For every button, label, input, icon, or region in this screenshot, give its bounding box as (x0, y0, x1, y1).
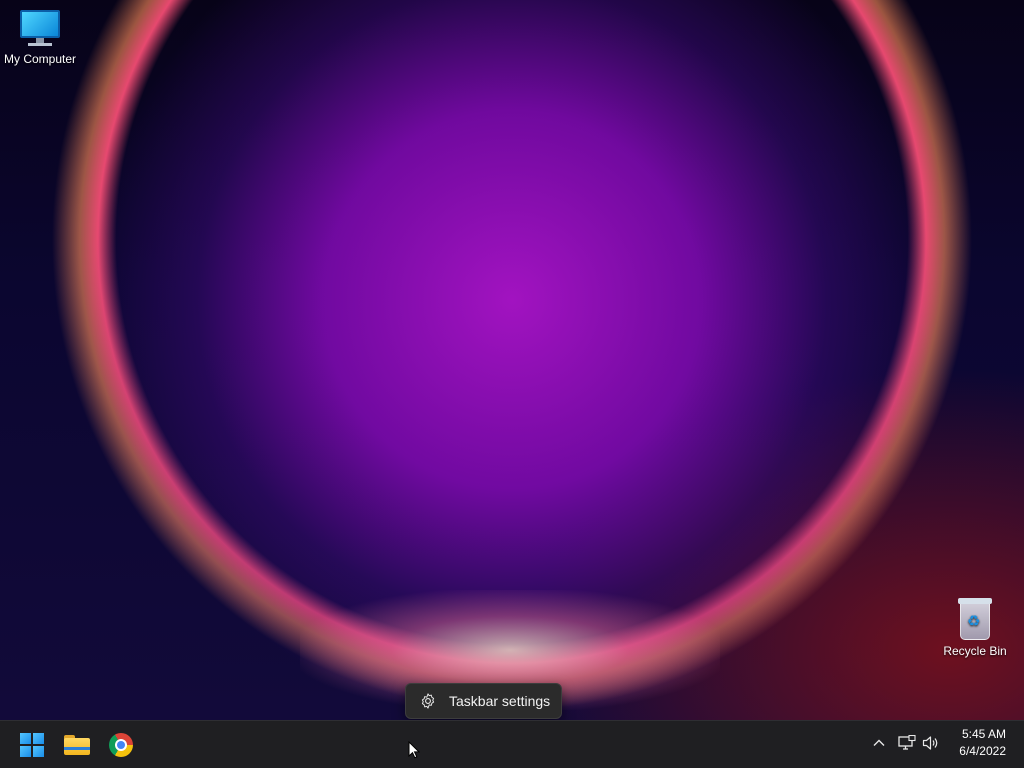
clock-time: 5:45 AM (961, 727, 1006, 741)
folder-icon (64, 735, 90, 755)
taskbar-settings-label: Taskbar settings (449, 693, 551, 709)
volume-icon (922, 736, 938, 750)
mouse-cursor-icon (408, 741, 420, 759)
recycle-bin-icon: ♻ (958, 598, 992, 640)
volume-button[interactable] (921, 733, 941, 753)
desktop-icon-label: Recycle Bin (943, 644, 1007, 658)
network-button[interactable] (897, 733, 917, 753)
computer-icon (18, 10, 62, 48)
chevron-up-icon (873, 739, 885, 746)
start-button[interactable] (16, 729, 48, 761)
show-hidden-icons-button[interactable] (869, 733, 889, 753)
desktop-icon-my-computer[interactable]: My Computer (0, 10, 80, 66)
clock-button[interactable]: 5:45 AM 6/4/2022 (946, 726, 1016, 760)
desktop-icon-recycle-bin[interactable]: ♻ Recycle Bin (935, 598, 1015, 658)
network-icon (898, 735, 916, 750)
gear-icon (421, 693, 435, 709)
file-explorer-button[interactable] (61, 729, 93, 761)
chrome-button[interactable] (105, 729, 137, 761)
windows-logo-icon (20, 733, 44, 757)
taskbar-settings-menu-item[interactable]: Taskbar settings (405, 683, 562, 719)
clock-date: 6/4/2022 (959, 744, 1006, 758)
desktop-icon-label: My Computer (3, 52, 77, 66)
chrome-icon (109, 733, 133, 757)
